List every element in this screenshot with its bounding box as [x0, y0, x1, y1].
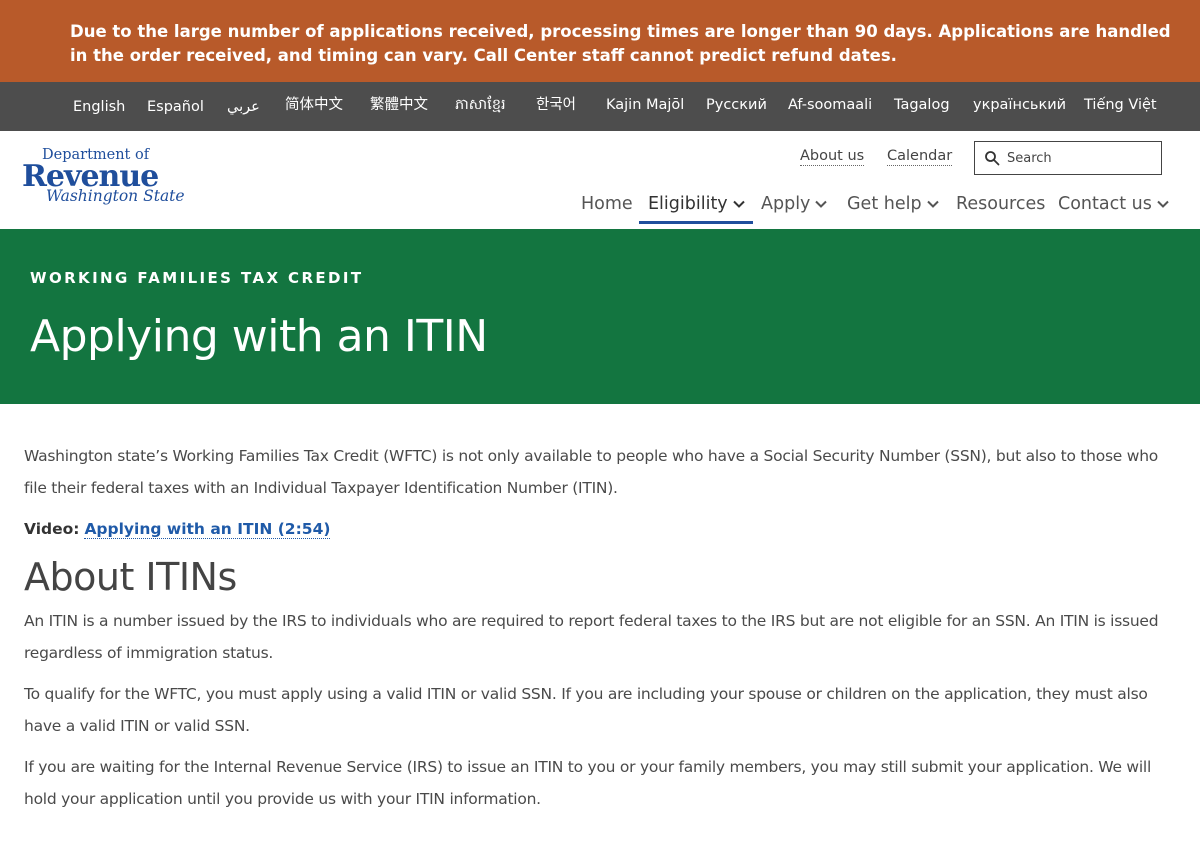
language-link-somali[interactable]: Af-soomaali	[788, 82, 872, 129]
language-link-tagalog[interactable]: Tagalog	[894, 82, 950, 129]
intro-paragraph: Washington state’s Working Families Tax …	[24, 447, 1159, 497]
page-hero: WORKING FAMILIES TAX CREDIT Applying wit…	[0, 229, 1200, 404]
chevron-down-icon	[926, 200, 939, 208]
site-header: Department of Revenue Washington State A…	[0, 131, 1200, 229]
nav-contact-us[interactable]: Contact us	[1058, 191, 1170, 225]
section-heading-about-itins: About ITINs	[24, 555, 237, 599]
language-link-vietnamese[interactable]: Tiếng Việt	[1084, 82, 1157, 129]
hero-eyebrow: WORKING FAMILIES TAX CREDIT	[30, 269, 364, 287]
main-content: Washington state’s Working Families Tax …	[24, 440, 1174, 824]
alert-text-before: Due to the large number of applications …	[70, 22, 1171, 65]
nav-contact-us-label: Contact us	[1058, 194, 1152, 214]
language-link-english[interactable]: English	[73, 84, 125, 131]
nav-active-indicator	[639, 221, 753, 224]
about-us-link[interactable]: About us	[800, 147, 865, 166]
chevron-down-icon	[732, 200, 745, 208]
processing-alert-banner: Due to the large number of applications …	[0, 0, 1200, 82]
nav-apply-label: Apply	[761, 194, 811, 214]
chevron-down-icon	[815, 200, 828, 208]
calendar-link[interactable]: Calendar	[887, 147, 953, 166]
paragraph-qualify: To qualify for the WFTC, you must apply …	[24, 685, 1148, 735]
video-link[interactable]: Applying with an ITIN (2:54)	[84, 520, 331, 539]
nav-apply[interactable]: Apply	[761, 191, 828, 225]
alert-text-bold: cannot	[629, 46, 694, 65]
language-link-russian[interactable]: Русский	[706, 82, 767, 129]
nav-eligibility[interactable]: Eligibility	[648, 191, 746, 225]
language-bar: English Español عربي 简体中文 繁體中文 ភាសាខ្មែរ…	[0, 82, 1200, 131]
language-link-korean[interactable]: 한국어	[536, 82, 576, 129]
language-link-ukrainian[interactable]: український	[973, 82, 1066, 129]
nav-get-help-label: Get help	[847, 194, 922, 214]
page-title: Applying with an ITIN	[30, 311, 488, 362]
language-link-spanish[interactable]: Español	[147, 84, 204, 131]
language-link-simplified-chinese[interactable]: 简体中文	[285, 82, 343, 129]
nav-home[interactable]: Home	[581, 191, 633, 225]
paragraph-waiting: If you are waiting for the Internal Reve…	[24, 758, 1152, 808]
language-link-arabic[interactable]: عربي	[227, 84, 260, 131]
language-link-traditional-chinese[interactable]: 繁體中文	[370, 82, 428, 129]
paragraph-itin-definition: An ITIN is a number issued by the IRS to…	[24, 612, 1159, 662]
nav-get-help[interactable]: Get help	[847, 191, 940, 225]
nav-resources[interactable]: Resources	[956, 191, 1045, 225]
dor-logo[interactable]: Department of Revenue Washington State	[22, 147, 185, 207]
search-input[interactable]	[1007, 146, 1157, 170]
language-link-khmer[interactable]: ភាសាខ្មែរ	[455, 82, 506, 129]
search-box	[974, 141, 1162, 175]
language-link-marshallese[interactable]: Kajin Majōl	[606, 82, 684, 129]
video-line: Video: Applying with an ITIN (2:54)	[24, 513, 1174, 545]
video-label: Video:	[24, 520, 80, 538]
search-icon[interactable]	[984, 150, 1000, 166]
alert-text-after: predict refund dates.	[693, 46, 897, 65]
chevron-down-icon	[1157, 200, 1169, 208]
logo-line-washington-state: Washington State	[46, 187, 185, 205]
nav-eligibility-label: Eligibility	[648, 194, 728, 214]
